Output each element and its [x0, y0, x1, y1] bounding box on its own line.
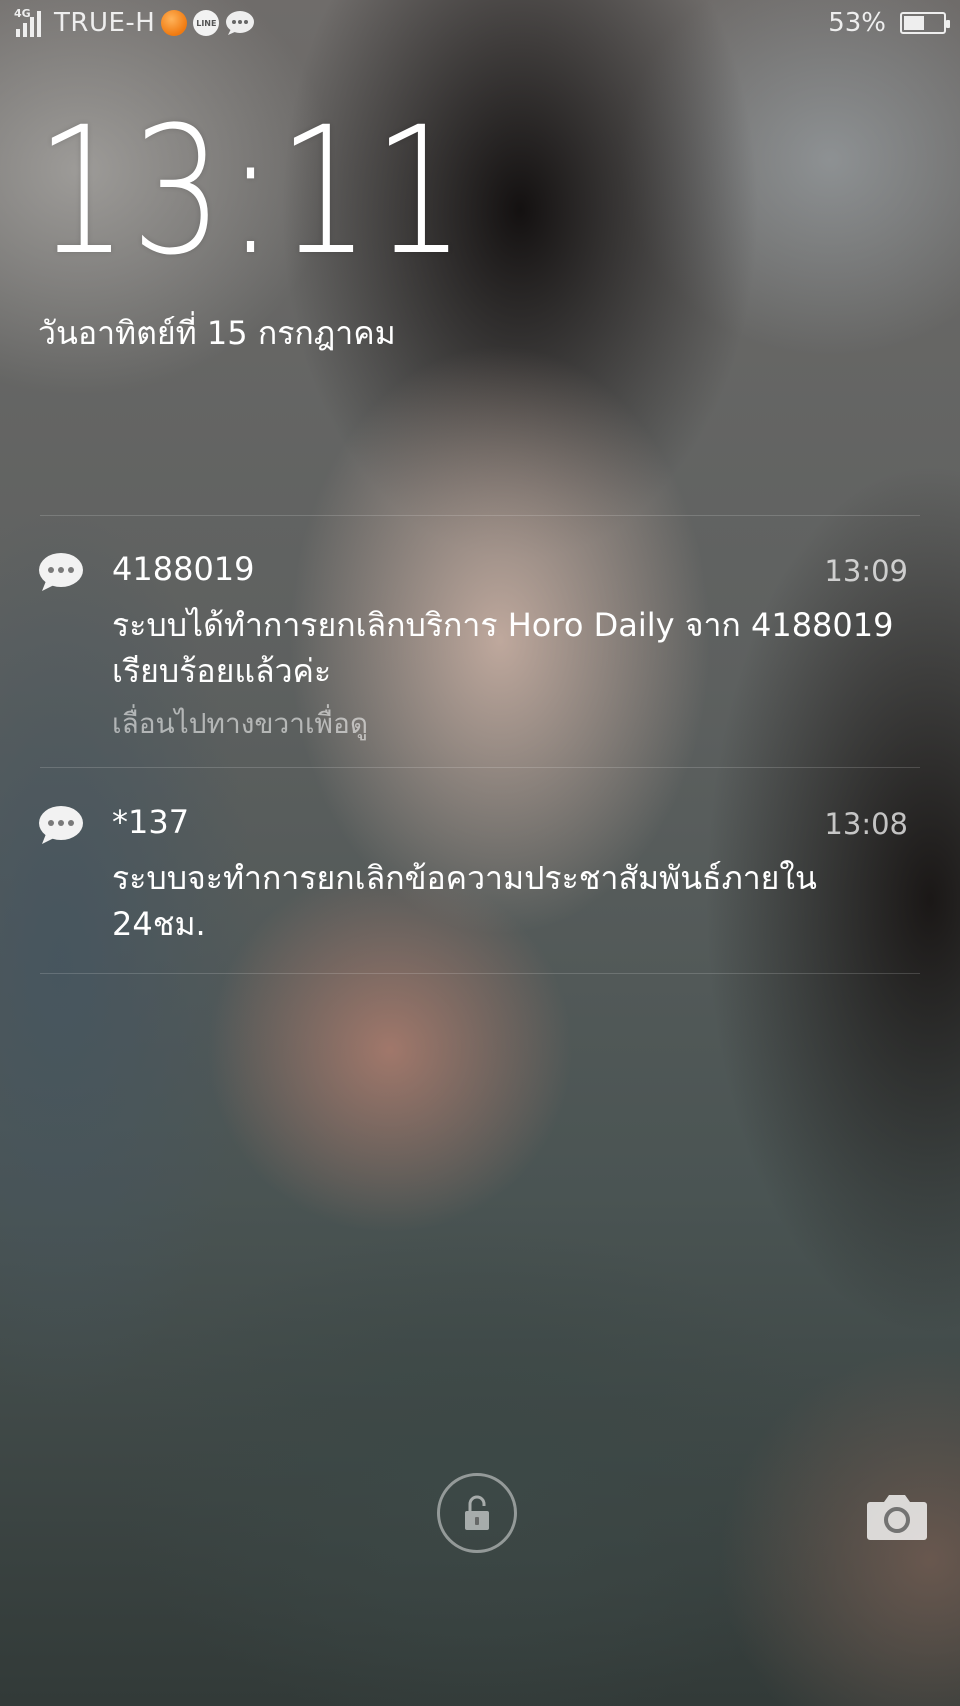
message-bubble-icon	[39, 553, 83, 591]
notification-body: ระบบจะทำการยกเลิกข้อความประชาสัมพันธ์ภาย…	[112, 859, 817, 943]
battery-icon	[900, 12, 950, 34]
camera-icon[interactable]	[866, 1492, 928, 1540]
notification-sender: *137	[112, 803, 190, 841]
status-bar-right: 53%	[828, 8, 950, 38]
lock-screen-date: วันอาทิตย์ที่ 15 กรกฎาคม	[38, 314, 396, 352]
notification-time: 13:08	[824, 807, 908, 841]
notification-card[interactable]: *137 13:08 ระบบจะทำการยกเลิกข้อความประชา…	[0, 793, 960, 968]
divider	[40, 767, 920, 768]
line-icon: LINE	[193, 10, 220, 36]
notification-hint: เลื่อนไปทางขวาเพื่อดู	[112, 707, 369, 740]
message-bubble-icon	[39, 806, 83, 844]
status-bar: 4G TRUE-H LINE 53%	[0, 0, 960, 50]
orange-app-icon	[161, 10, 188, 36]
divider	[40, 515, 920, 516]
notification-card[interactable]: 4188019 13:09 ระบบได้ทำการยกเลิกบริการ H…	[0, 540, 960, 765]
battery-level-fill	[904, 16, 925, 30]
notification-sender: 4188019	[112, 550, 255, 588]
carrier-name: TRUE-H	[54, 8, 156, 38]
status-bar-left: 4G TRUE-H LINE	[14, 7, 255, 38]
lock-open-icon	[465, 1495, 489, 1530]
divider	[40, 973, 920, 974]
battery-percent: 53%	[828, 8, 886, 38]
notification-body: ระบบได้ทำการยกเลิกบริการ Horo Daily จาก …	[112, 606, 894, 690]
lock-screen-clock: 13:11	[36, 89, 469, 294]
unlock-button[interactable]	[437, 1473, 517, 1553]
signal-icon: 4G	[14, 7, 48, 37]
notification-time: 13:09	[824, 554, 908, 588]
message-bubble-icon	[226, 11, 255, 35]
